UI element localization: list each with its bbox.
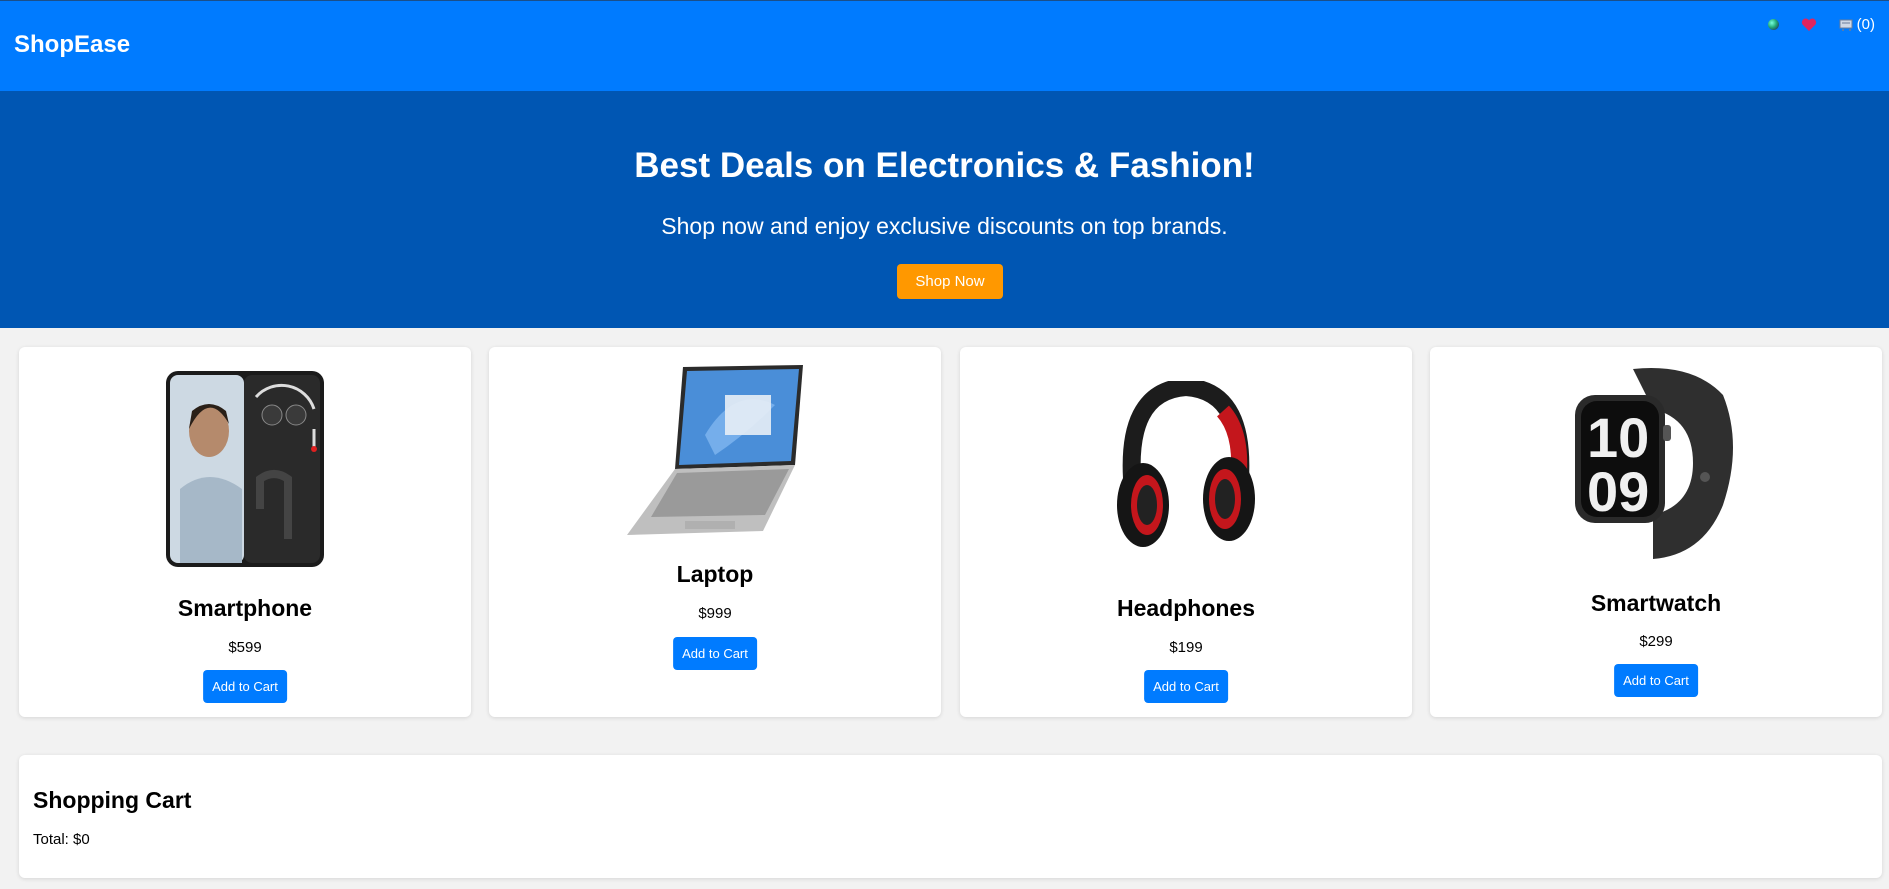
hero-title: Best Deals on Electronics & Fashion! [634, 146, 1255, 185]
cart-icon [1839, 19, 1853, 31]
product-card-laptop: Laptop $999 Add to Cart [489, 347, 941, 717]
product-price: $299 [1639, 633, 1673, 650]
smartphone-image [166, 371, 324, 567]
cart-link[interactable]: (0) [1839, 16, 1875, 33]
cart-total: Total: $0 [33, 831, 90, 848]
headphones-image [1117, 381, 1255, 547]
smartwatch-image: 10 09 [1575, 368, 1733, 559]
laptop-image [627, 365, 803, 535]
header-actions: (0) [1767, 16, 1875, 33]
shopping-cart-panel: Shopping Cart Total: $0 [19, 755, 1882, 878]
hero-subtitle: Shop now and enjoy exclusive discounts o… [661, 213, 1228, 239]
product-price: $599 [228, 639, 262, 656]
add-to-cart-button[interactable]: Add to Cart [203, 670, 287, 703]
add-to-cart-button[interactable]: Add to Cart [673, 637, 757, 670]
add-to-cart-button[interactable]: Add to Cart [1614, 664, 1698, 697]
shop-now-button[interactable]: Shop Now [897, 264, 1003, 299]
product-card-headphones: Headphones $199 Add to Cart [960, 347, 1412, 717]
hero-banner: Best Deals on Electronics & Fashion! Sho… [0, 91, 1889, 328]
product-price: $199 [1169, 639, 1203, 656]
product-card-smartphone: Smartphone $599 Add to Cart [19, 347, 471, 717]
product-price: $999 [698, 605, 732, 622]
heart-icon[interactable] [1801, 18, 1817, 32]
svg-text:09: 09 [1587, 460, 1649, 523]
top-navbar: ShopEase (0) [0, 0, 1889, 91]
product-name: Smartphone [177, 595, 313, 621]
product-card-smartwatch: 10 09 Smartwatch $299 Add to Cart [1430, 347, 1882, 717]
globe-icon[interactable] [1767, 19, 1779, 30]
cart-count: (0) [1856, 16, 1875, 33]
brand-logo[interactable]: ShopEase [14, 31, 130, 59]
product-grid: Smartphone $599 Add to Cart Laptop $999 … [19, 347, 1889, 717]
cart-title: Shopping Cart [33, 787, 192, 813]
product-name: Smartwatch [1590, 590, 1722, 616]
product-name: Headphones [1116, 595, 1256, 621]
product-name: Laptop [676, 561, 754, 587]
add-to-cart-button[interactable]: Add to Cart [1144, 670, 1228, 703]
